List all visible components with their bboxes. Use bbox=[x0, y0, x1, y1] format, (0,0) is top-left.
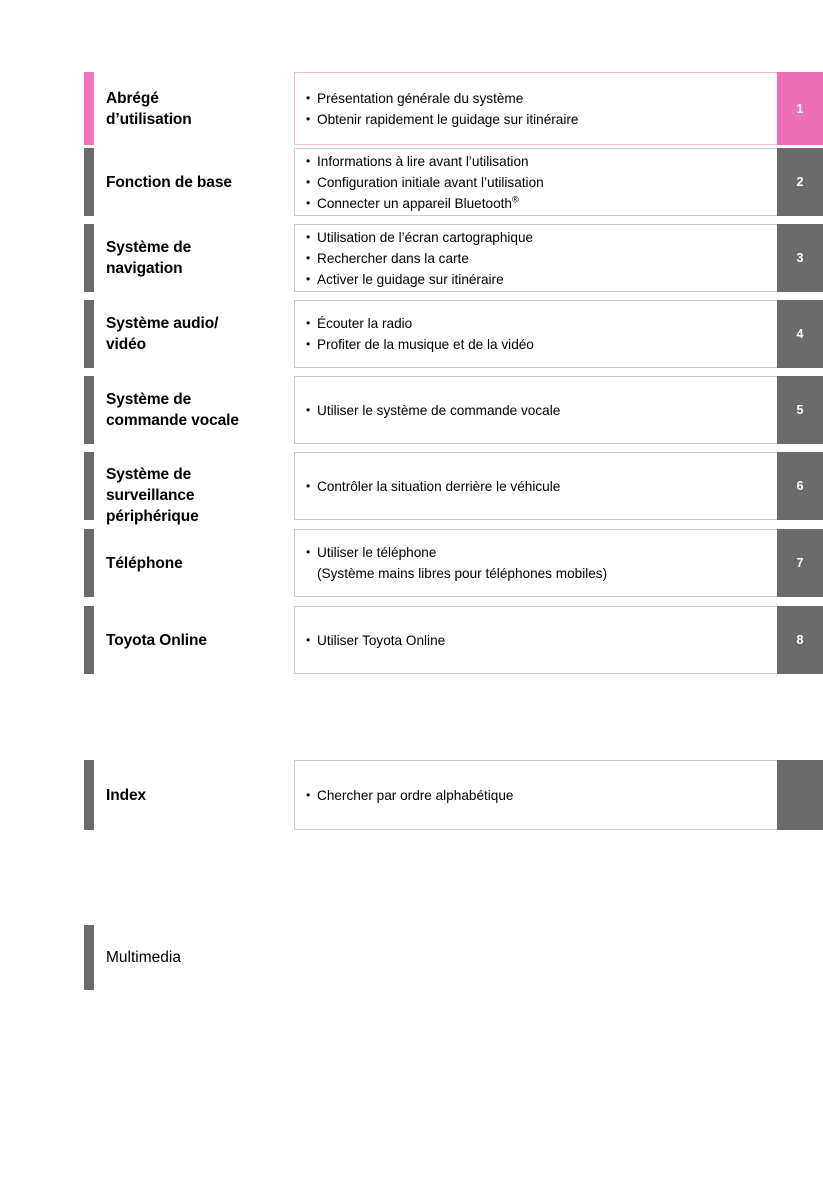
chapter-accent-bar bbox=[84, 224, 94, 292]
topic-item: Profiter de la musique et de la vidéo bbox=[306, 334, 771, 355]
chapter-row: Système audio/ vidéo Écouter la radio Pr… bbox=[0, 300, 823, 368]
chapter-tab[interactable]: 6 bbox=[777, 452, 823, 520]
chapter-topics-box: Utilisation de l’écran cartographique Re… bbox=[294, 224, 777, 292]
multimedia-accent-bar bbox=[84, 925, 94, 990]
chapter-title-line: Système de bbox=[106, 391, 192, 408]
topic-item: Rechercher dans la carte bbox=[306, 248, 771, 269]
index-row: Index Chercher par ordre alphabétique bbox=[0, 760, 823, 830]
index-title: Index bbox=[106, 760, 291, 830]
topic-item: Utiliser le téléphone bbox=[306, 542, 771, 563]
chapter-row: Abrégé d’utilisation Présentation généra… bbox=[0, 72, 823, 145]
chapter-row: Téléphone Utiliser le téléphone (Système… bbox=[0, 529, 823, 597]
chapter-accent-bar bbox=[84, 529, 94, 597]
chapter-topics-box: Utiliser Toyota Online bbox=[294, 606, 777, 674]
chapter-tab[interactable]: 4 bbox=[777, 300, 823, 368]
chapter-row: Système de commande vocale Utiliser le s… bbox=[0, 376, 823, 444]
topic-item: Configuration initiale avant l’utilisati… bbox=[306, 172, 771, 193]
chapter-title-line: d’utilisation bbox=[106, 110, 192, 128]
chapter-tab-number: 7 bbox=[796, 556, 804, 570]
topic-item: Informations à lire avant l’utilisation bbox=[306, 151, 771, 172]
chapter-tab-number: 1 bbox=[796, 101, 804, 116]
chapter-title: Toyota Online bbox=[106, 606, 291, 674]
topic-list: Chercher par ordre alphabétique bbox=[295, 785, 777, 806]
chapter-title-line: vidéo bbox=[106, 336, 146, 353]
chapter-row: Système de navigation Utilisation de l’é… bbox=[0, 224, 823, 292]
topic-list: Écouter la radio Profiter de la musique … bbox=[295, 313, 777, 355]
chapter-title-line: Système audio/ bbox=[106, 315, 219, 332]
chapter-title: Système de surveillance périphérique bbox=[106, 452, 291, 525]
topic-item: Écouter la radio bbox=[306, 313, 771, 334]
chapter-title-line: Système de bbox=[106, 239, 192, 256]
chapter-title-line: navigation bbox=[106, 260, 183, 277]
topic-item: Chercher par ordre alphabétique bbox=[306, 785, 771, 806]
multimedia-row: Multimedia bbox=[0, 925, 823, 990]
topic-item: (Système mains libres pour téléphones mo… bbox=[317, 566, 608, 581]
chapter-title-line: Téléphone bbox=[106, 554, 183, 572]
chapter-accent-bar bbox=[84, 606, 94, 674]
topic-list: Utiliser Toyota Online bbox=[295, 630, 777, 651]
chapter-tab[interactable]: 8 bbox=[777, 606, 823, 674]
chapter-title-line: Abrégé bbox=[106, 89, 159, 107]
chapter-topics-box: Utiliser le téléphone (Système mains lib… bbox=[294, 529, 777, 597]
chapter-title-line: Fonction de base bbox=[106, 173, 232, 191]
manual-contents-page: Abrégé d’utilisation Présentation généra… bbox=[0, 0, 823, 1191]
topic-list: Présentation générale du système Obtenir… bbox=[295, 88, 777, 130]
chapter-title-line: Toyota Online bbox=[106, 631, 207, 649]
chapter-row: Toyota Online Utiliser Toyota Online 8 bbox=[0, 606, 823, 674]
chapter-topics-box: Présentation générale du système Obtenir… bbox=[294, 72, 777, 145]
registered-mark: ® bbox=[511, 193, 519, 204]
chapter-tab[interactable]: 2 bbox=[777, 148, 823, 216]
chapter-title-line: Système de bbox=[106, 466, 192, 483]
chapter-tab[interactable]: 7 bbox=[777, 529, 823, 597]
topic-item: Contrôler la situation derrière le véhic… bbox=[306, 476, 771, 497]
chapter-tab[interactable]: 5 bbox=[777, 376, 823, 444]
chapter-tab-number: 5 bbox=[796, 403, 804, 417]
chapter-tab-number: 2 bbox=[796, 175, 804, 189]
chapter-title-line: commande vocale bbox=[106, 412, 239, 429]
index-title-line: Index bbox=[106, 786, 146, 804]
topic-item: Activer le guidage sur itinéraire bbox=[306, 269, 771, 290]
chapter-tab-number: 3 bbox=[796, 251, 804, 265]
chapter-title: Système de navigation bbox=[106, 224, 291, 292]
chapter-title-line: surveillance bbox=[106, 487, 195, 504]
chapter-row: Système de surveillance périphérique Con… bbox=[0, 452, 823, 525]
chapter-topics-box: Informations à lire avant l’utilisation … bbox=[294, 148, 777, 216]
topic-item: Utilisation de l’écran cartographique bbox=[306, 227, 771, 248]
multimedia-title: Multimedia bbox=[106, 925, 181, 990]
chapter-title: Système de commande vocale bbox=[106, 376, 291, 444]
topic-item: Utiliser Toyota Online bbox=[306, 630, 771, 651]
chapter-tab-number: 4 bbox=[796, 327, 804, 341]
topic-list: Contrôler la situation derrière le véhic… bbox=[295, 476, 777, 497]
chapter-title: Abrégé d’utilisation bbox=[106, 72, 291, 145]
topic-item: Obtenir rapidement le guidage sur itinér… bbox=[306, 109, 771, 130]
chapter-row: Fonction de base Informations à lire ava… bbox=[0, 148, 823, 216]
topic-item: Utiliser le système de commande vocale bbox=[306, 400, 771, 421]
topic-list: Informations à lire avant l’utilisation … bbox=[295, 151, 777, 214]
topic-item: Connecter un appareil Bluetooth® bbox=[306, 193, 771, 214]
chapter-tab-number: 6 bbox=[796, 479, 804, 493]
chapter-title-line: périphérique bbox=[106, 508, 199, 525]
chapter-topics-box: Écouter la radio Profiter de la musique … bbox=[294, 300, 777, 368]
chapter-accent-bar bbox=[84, 300, 94, 368]
multimedia-title-text: Multimedia bbox=[106, 949, 181, 966]
chapter-accent-bar bbox=[84, 148, 94, 216]
chapter-accent-bar bbox=[84, 72, 94, 145]
index-tab[interactable] bbox=[777, 760, 823, 830]
topic-list: Utiliser le téléphone (Système mains lib… bbox=[295, 542, 777, 584]
topic-list: Utiliser le système de commande vocale bbox=[295, 400, 777, 421]
topic-list: Utilisation de l’écran cartographique Re… bbox=[295, 227, 777, 290]
topic-item: Présentation générale du système bbox=[306, 88, 771, 109]
chapter-topics-box: Contrôler la situation derrière le véhic… bbox=[294, 452, 777, 520]
index-topics-box: Chercher par ordre alphabétique bbox=[294, 760, 777, 830]
chapter-title: Fonction de base bbox=[106, 148, 291, 216]
chapter-topics-box: Utiliser le système de commande vocale bbox=[294, 376, 777, 444]
index-accent-bar bbox=[84, 760, 94, 830]
chapter-accent-bar bbox=[84, 376, 94, 444]
chapter-tab-number: 8 bbox=[796, 633, 804, 647]
chapter-title: Téléphone bbox=[106, 529, 291, 597]
chapter-tab[interactable]: 1 bbox=[777, 72, 823, 145]
chapter-title: Système audio/ vidéo bbox=[106, 300, 291, 368]
chapter-tab[interactable]: 3 bbox=[777, 224, 823, 292]
chapter-accent-bar bbox=[84, 452, 94, 520]
